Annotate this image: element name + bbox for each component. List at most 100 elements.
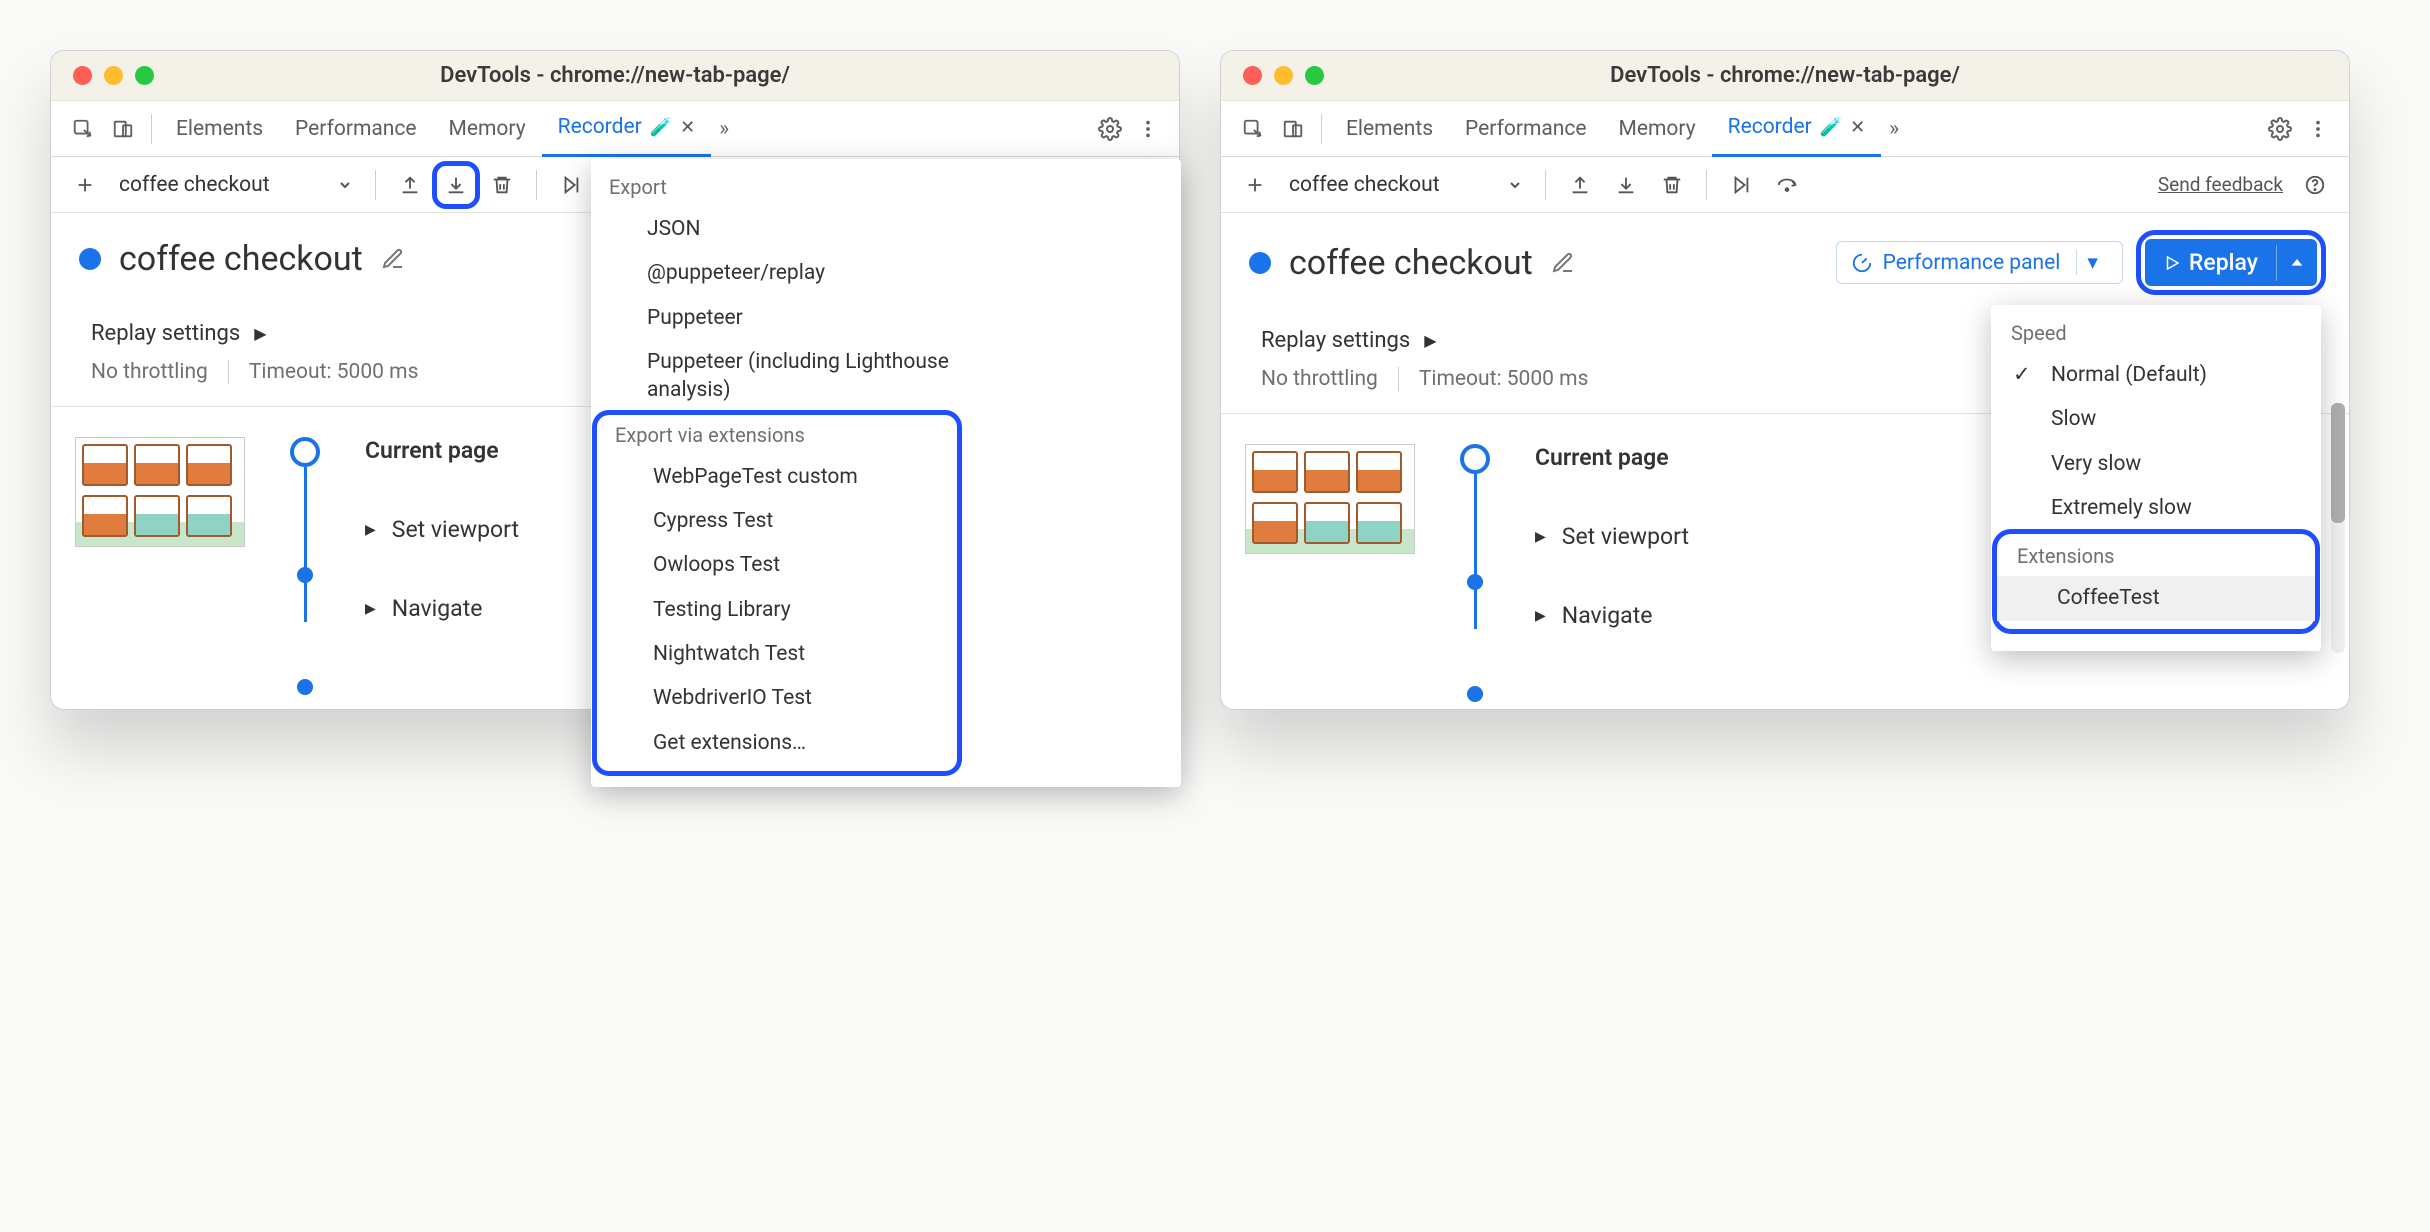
divider [1321,114,1322,144]
minimize-window-icon[interactable] [104,66,123,85]
close-window-icon[interactable] [73,66,92,85]
tab-elements[interactable]: Elements [1330,101,1449,157]
traffic-lights [1221,66,1371,85]
scrollbar-thumb[interactable] [2331,403,2345,523]
close-tab-icon[interactable]: ✕ [680,117,695,138]
speed-slow[interactable]: Slow [1991,397,2321,441]
continue-button[interactable] [1721,165,1761,205]
tab-recorder[interactable]: Recorder 🧪 ✕ [1712,101,1882,157]
more-tabs-button[interactable]: » [1881,101,1907,157]
export-button[interactable] [1606,165,1646,205]
replay-button[interactable]: Replay [2145,239,2317,286]
export-ext-owloops[interactable]: Owloops Test [597,543,957,587]
tab-recorder[interactable]: Recorder 🧪 ✕ [542,101,712,157]
tab-elements[interactable]: Elements [160,101,279,157]
close-window-icon[interactable] [1243,66,1262,85]
new-recording-button[interactable] [65,165,105,205]
new-recording-button[interactable] [1235,165,1275,205]
export-ext-webdriverio[interactable]: WebdriverIO Test [597,676,957,720]
speed-label: Slow [2051,407,2096,431]
speed-normal[interactable]: ✓Normal (Default) [1991,353,2321,397]
export-item-puppeteer-lh[interactable]: Puppeteer (including Lighthouse analysis… [591,340,1181,413]
more-tabs-button[interactable]: » [711,101,737,157]
delete-button[interactable] [1652,165,1692,205]
ext-label: CoffeeTest [2057,586,2160,610]
close-tab-icon[interactable]: ✕ [1850,117,1865,138]
tab-label: Elements [176,117,263,141]
export-menu: Export JSON @puppeteer/replay Puppeteer … [591,159,1181,787]
recording-name-label: coffee checkout [119,173,270,197]
edit-title-icon[interactable] [381,247,405,271]
inspect-element-icon[interactable] [63,118,103,140]
devtools-tabstrip: Elements Performance Memory Recorder 🧪 ✕… [51,101,1179,157]
step-label: Set viewport [1562,523,1689,550]
tab-performance[interactable]: Performance [279,101,432,157]
menu-header-extensions: Extensions [1997,536,2315,576]
import-button[interactable] [390,165,430,205]
device-toolbar-icon[interactable] [1273,118,1313,140]
replay-dropdown-toggle[interactable] [2276,245,2317,281]
replay-ext-coffeetest[interactable]: CoffeeTest [1997,576,2315,620]
thumbnail-icon [1356,451,1402,493]
timeline-dot-icon [1467,574,1483,590]
zoom-window-icon[interactable] [1305,66,1324,85]
chevron-double-right-icon: » [719,117,729,141]
timeout-value: Timeout: 5000 ms [249,360,419,384]
tab-memory[interactable]: Memory [1603,101,1712,157]
tab-performance[interactable]: Performance [1449,101,1602,157]
titlebar: DevTools - chrome://new-tab-page/ [1221,51,2349,101]
export-item-puppeteer[interactable]: Puppeteer [591,296,1181,340]
step-over-button[interactable] [1767,165,1807,205]
recording-select[interactable]: coffee checkout [1281,169,1531,201]
export-ext-webpagetest[interactable]: WebPageTest custom [597,455,957,499]
export-ext-testing-library[interactable]: Testing Library [597,588,957,632]
divider [1545,170,1546,200]
thumbnail-icon [1304,451,1350,493]
minimize-window-icon[interactable] [1274,66,1293,85]
continue-button[interactable] [551,165,591,205]
edit-title-icon[interactable] [1551,251,1575,275]
window-title: DevTools - chrome://new-tab-page/ [201,63,1179,88]
zoom-window-icon[interactable] [135,66,154,85]
more-options-icon[interactable] [1129,118,1167,140]
scrollbar[interactable] [2331,403,2345,653]
divider [151,114,152,144]
export-button[interactable] [436,165,476,205]
help-icon[interactable] [2295,165,2335,205]
export-extensions-section: Export via extensions WebPageTest custom… [597,415,957,771]
timeline-dot-icon [1467,686,1483,702]
export-ext-nightwatch[interactable]: Nightwatch Test [597,632,957,676]
tab-label: Recorder [1728,115,1812,139]
performance-panel-button[interactable]: Performance panel ▾ [1836,241,2123,284]
tab-memory[interactable]: Memory [433,101,542,157]
chevron-down-icon [337,177,353,193]
delete-button[interactable] [482,165,522,205]
inspect-element-icon[interactable] [1233,118,1273,140]
recording-name-label: coffee checkout [1289,173,1440,197]
speed-extremely-slow[interactable]: Extremely slow [1991,486,2321,530]
menu-header-speed: Speed [1991,313,2321,353]
export-ext-cypress[interactable]: Cypress Test [597,499,957,543]
chevron-down-icon[interactable]: ▾ [2076,250,2108,275]
import-button[interactable] [1560,165,1600,205]
replay-extensions-section: Extensions CoffeeTest [1997,534,2315,628]
timeline [1455,444,1495,629]
expand-icon: ▶ [365,601,376,617]
more-options-icon[interactable] [2299,118,2337,140]
device-toolbar-icon[interactable] [103,118,143,140]
recording-select[interactable]: coffee checkout [111,169,361,201]
export-ext-get-more[interactable]: Get extensions… [597,721,957,765]
export-item-json[interactable]: JSON [591,207,1181,251]
replay-button-highlight: Replay [2141,235,2321,290]
settings-icon[interactable] [1091,117,1129,141]
step-label: Set viewport [392,516,519,543]
devtools-tabstrip: Elements Performance Memory Recorder 🧪 ✕… [1221,101,2349,157]
tab-label: Recorder [558,115,642,139]
timeout-value: Timeout: 5000 ms [1419,367,1589,391]
export-item-puppeteer-replay[interactable]: @puppeteer/replay [591,251,1181,295]
send-feedback-link[interactable]: Send feedback [2158,173,2283,196]
settings-icon[interactable] [2261,117,2299,141]
throttling-value: No throttling [91,360,208,384]
timeline-start-icon [1460,444,1490,474]
speed-very-slow[interactable]: Very slow [1991,442,2321,486]
